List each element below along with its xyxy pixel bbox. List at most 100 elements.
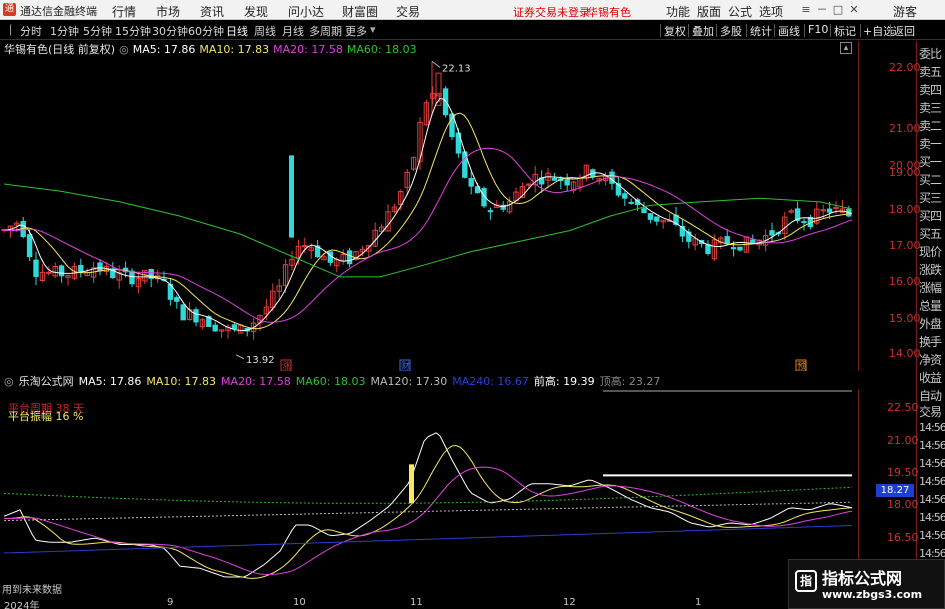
menu-xuanxiang[interactable]: 选项 [759,3,783,20]
side-panel-item[interactable]: 总量 [919,297,942,314]
candle-body [551,177,558,181]
side-panel-item[interactable]: 收益 [919,369,942,386]
indicator-tick: 22.50 [887,401,919,414]
candle-body [129,270,135,285]
platform-amplitude: 平台振幅 16 % [8,410,84,423]
candle-body [193,309,199,323]
date-tick: 1 [695,597,702,608]
tab-15min[interactable]: 15分钟 [115,23,151,39]
menu-hangqing[interactable]: 行情 [112,3,136,20]
side-panel-item[interactable]: 自动 [919,387,942,404]
side-panel-item[interactable]: 买四 [919,207,942,224]
menu-icon[interactable]: ≡ [798,2,814,18]
menu-caifuquan[interactable]: 财富圈 [342,3,378,20]
tab-weekly[interactable]: 周线 [254,23,276,39]
toolbar-divider [746,24,747,37]
toolbar-scroll-icon[interactable]: ❘ [6,23,15,36]
side-panel-item[interactable]: 交易 [919,403,942,420]
side-panel-item[interactable]: 卖二 [919,117,942,134]
side-panel-item[interactable]: 14:56 [919,529,945,542]
menu-faxian[interactable]: 发现 [244,3,268,20]
minimize-icon[interactable]: － [814,2,830,18]
side-panel-item[interactable]: 14:56 [919,493,945,506]
sub-ma240-line [3,525,853,554]
tab-daily[interactable]: 日线 [226,23,248,39]
guest-label[interactable]: 游客 [893,3,917,20]
date-axis: 2024年 9 10 11 12 1 [0,597,858,609]
tab-60min[interactable]: 60分钟 [188,23,224,39]
tab-multi-period[interactable]: 多周期 [309,23,342,39]
side-panel-item[interactable]: 卖四 [919,81,942,98]
indicator-settings-icon[interactable]: ◎ [4,375,14,388]
candle-body [801,221,807,224]
tab-5min[interactable]: 5分钟 [83,23,112,39]
side-panel-item[interactable]: 卖三 [919,99,942,116]
tab-more[interactable]: 更多 [345,23,367,39]
candle-body [33,259,39,277]
side-panel-item[interactable]: 净资 [919,351,942,368]
close-icon[interactable]: ✕ [846,2,862,18]
side-panel-item[interactable]: 14:56 [919,475,945,488]
f10-button[interactable]: F10 [808,23,828,36]
overlay-button[interactable]: 叠加 [692,23,714,39]
candle-body [730,247,737,250]
trade-login-warning[interactable]: 证券交易未登录 [513,4,590,20]
side-panel-item[interactable]: 买三 [919,189,942,206]
menu-gongneng[interactable]: 功能 [666,3,690,20]
statistics-button[interactable]: 统计 [750,23,772,39]
side-panel-item[interactable]: 买五 [919,225,942,242]
event-badge-label: 财 [401,360,410,371]
side-panel-item[interactable]: 委比 [919,45,942,62]
side-panel-item[interactable]: 买二 [919,171,942,188]
side-panel-item[interactable]: 买一 [919,153,942,170]
mark-button[interactable]: 标记 [834,23,856,39]
fuquan-button[interactable]: 复权 [664,23,686,39]
date-tick: 10 [293,597,306,608]
tab-monthly[interactable]: 月线 [282,23,304,39]
side-panel-item[interactable]: 14:56 [919,511,945,524]
menu-wenxiaoda[interactable]: 问小达 [288,3,324,20]
prev-high: 前高: 19.39 [533,375,595,388]
indicator-chart[interactable] [0,389,858,597]
menu-shichang[interactable]: 市场 [156,3,180,20]
indicator-tick: 19.50 [887,466,919,479]
menu-gongshi[interactable]: 公式 [728,3,752,20]
multi-stock-button[interactable]: 多股 [720,23,742,39]
menu-zixun[interactable]: 资讯 [200,3,224,20]
draw-line-button[interactable]: 画线 [778,23,800,39]
date-tick: 2024年 [4,601,40,609]
collapse-icon[interactable]: ▴ [840,42,852,54]
side-panel-item[interactable]: 卖一 [919,135,942,152]
candle-body [78,264,84,273]
sub-ma240: MA240: 16.67 [452,375,529,388]
side-panel-item[interactable]: 外盘 [919,315,942,332]
side-panel-item[interactable]: 14:56 [919,421,945,434]
candle-body [302,245,308,248]
current-price-tag: 18.27 [876,484,914,497]
side-panel-item[interactable]: 换手 [919,333,942,350]
candle-body [724,236,730,245]
maximize-icon[interactable]: □ [830,2,846,18]
date-tick: 11 [410,597,423,608]
side-panel-item[interactable]: 现价 [919,243,942,260]
title-bar: 通 通达信金融终端 行情 市场 资讯 发现 问小达 财富圈 交易 证券交易未登录… [0,0,945,20]
candlestick-chart[interactable]: 22.13 13.92 涨 财 预 [0,55,858,371]
menu-banmian[interactable]: 版面 [697,3,721,20]
side-panel-item[interactable]: 14:56 [919,457,945,470]
more-chevron-icon[interactable]: ▾ [370,23,376,36]
candle-body [769,230,775,236]
tab-30min[interactable]: 30分钟 [152,23,188,39]
candle-body [174,297,180,302]
toolbar-divider [860,24,861,37]
side-panel-item[interactable]: 14:56 [919,439,945,452]
side-panel-item[interactable]: 涨幅 [919,279,942,296]
side-panel-item[interactable]: 涨跌 [919,261,942,278]
candle-body [26,234,33,258]
tab-fenshi[interactable]: 分时 [20,23,42,39]
tab-1min[interactable]: 1分钟 [50,23,79,39]
menu-jiaoyi[interactable]: 交易 [396,3,420,20]
indicator-name[interactable]: 乐淘公式网 [19,375,74,388]
candle-body [622,193,628,199]
back-button[interactable]: 返回 [893,23,915,39]
side-panel-item[interactable]: 卖五 [919,63,942,80]
